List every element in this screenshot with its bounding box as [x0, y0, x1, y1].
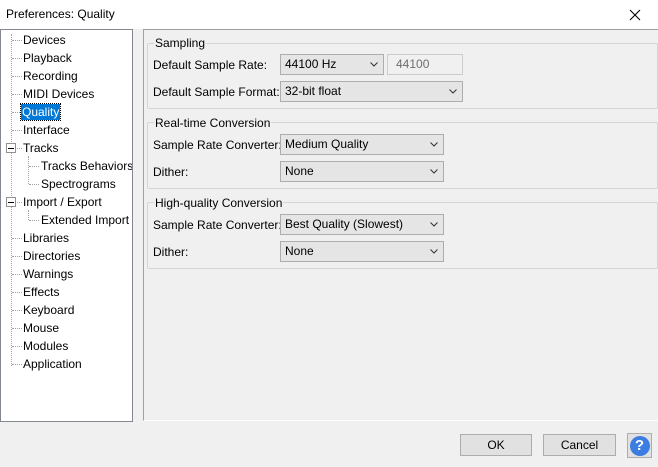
chevron-down-icon [430, 222, 438, 227]
close-icon [629, 9, 641, 20]
chevron-down-icon [370, 62, 378, 67]
tree-connector [12, 58, 22, 59]
chevron-down-icon [430, 249, 438, 254]
default-sample-rate-dropdown[interactable]: 44100 Hz [280, 54, 384, 75]
tree-connector [12, 274, 22, 275]
tree-connector [12, 256, 22, 257]
tree-item-effects[interactable]: Effects [22, 283, 60, 301]
default-sample-format-label: Default Sample Format: [153, 85, 280, 99]
highquality-dither-label: Dither: [153, 245, 189, 259]
collapse-icon[interactable] [6, 197, 16, 207]
tree-connector [12, 328, 22, 329]
tree-item-modules[interactable]: Modules [22, 337, 69, 355]
tree-item-interface[interactable]: Interface [22, 121, 71, 139]
tree-connector [12, 292, 22, 293]
cancel-button[interactable]: Cancel [543, 434, 616, 456]
tree-connector [28, 210, 29, 220]
chevron-down-icon [449, 89, 457, 94]
close-button[interactable] [612, 0, 658, 29]
default-sample-format-dropdown[interactable]: 32-bit float [280, 81, 463, 102]
tree-connector [29, 220, 39, 221]
highquality-converter-dropdown[interactable]: Best Quality (Slowest) [280, 214, 444, 235]
chevron-down-icon [430, 142, 438, 147]
tree-item-extended-import[interactable]: Extended Import [40, 211, 130, 229]
tree-item-tracks-behaviors[interactable]: Tracks Behaviors [40, 157, 132, 175]
help-button[interactable]: ? [627, 433, 652, 458]
realtime-conversion-title: Real-time Conversion [154, 116, 272, 130]
default-sample-rate-label: Default Sample Rate: [153, 58, 268, 72]
realtime-dither-dropdown[interactable]: None [280, 161, 444, 182]
tree-item-quality[interactable]: Quality [19, 103, 62, 121]
highquality-dither-dropdown[interactable]: None [280, 241, 444, 262]
tree-connector [12, 94, 22, 95]
tree-item-spectrograms[interactable]: Spectrograms [40, 175, 117, 193]
highquality-conversion-title: High-quality Conversion [154, 196, 284, 210]
tree-item-mouse[interactable]: Mouse [22, 319, 60, 337]
tree-item-recording[interactable]: Recording [22, 67, 79, 85]
highquality-converter-label: Sample Rate Converter: [153, 218, 282, 232]
title-bar: Preferences: Quality [0, 0, 658, 29]
realtime-dither-label: Dither: [153, 165, 189, 179]
realtime-converter-label: Sample Rate Converter: [153, 138, 282, 152]
sample-rate-field-value: 44100 [396, 57, 430, 71]
window-title: Preferences: Quality [6, 7, 115, 21]
default-sample-format-value: 32-bit float [285, 84, 342, 98]
tree-connector [12, 310, 22, 311]
tree-connector [12, 130, 22, 131]
ok-button[interactable]: OK [460, 434, 532, 456]
sample-rate-field[interactable]: 44100 [387, 54, 463, 75]
tree-item-libraries[interactable]: Libraries [22, 229, 70, 247]
tree-item-warnings[interactable]: Warnings [22, 265, 74, 283]
tree-item-import-export[interactable]: Import / Export [22, 193, 103, 211]
sampling-group-title: Sampling [154, 36, 207, 50]
tree-connector [12, 76, 22, 77]
tree-item-application[interactable]: Application [22, 355, 83, 373]
tree-connector [29, 166, 39, 167]
tree-connector [12, 40, 22, 41]
tree-connector [12, 346, 22, 347]
highquality-converter-value: Best Quality (Slowest) [285, 217, 404, 231]
tree-item-playback[interactable]: Playback [22, 49, 73, 67]
tree-item-tracks[interactable]: Tracks [22, 139, 60, 157]
tree-connector [28, 156, 29, 184]
tree-connector [12, 238, 22, 239]
tree-item-devices[interactable]: Devices [22, 31, 67, 49]
help-icon: ? [629, 435, 650, 456]
chevron-down-icon [430, 169, 438, 174]
tree-item-directories[interactable]: Directories [22, 247, 81, 265]
tree-item-keyboard[interactable]: Keyboard [22, 301, 75, 319]
tree-item-midi-devices[interactable]: MIDI Devices [22, 85, 95, 103]
tree-connector [12, 364, 22, 365]
preferences-tree[interactable]: Devices Playback Recording MIDI Devices … [0, 29, 133, 422]
collapse-icon[interactable] [6, 143, 16, 153]
default-sample-rate-value: 44100 Hz [285, 57, 337, 71]
realtime-dither-value: None [285, 164, 314, 178]
realtime-converter-value: Medium Quality [285, 137, 369, 151]
realtime-converter-dropdown[interactable]: Medium Quality [280, 134, 444, 155]
highquality-dither-value: None [285, 244, 314, 258]
tree-connector [29, 184, 39, 185]
